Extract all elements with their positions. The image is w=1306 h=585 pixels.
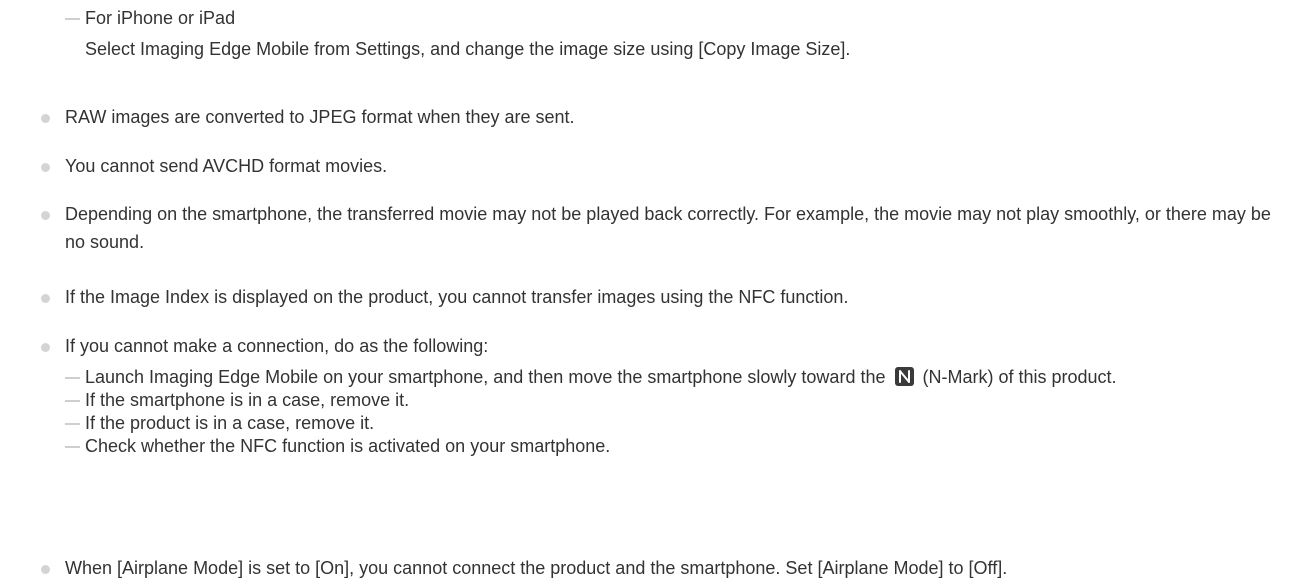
note-text: If the Image Index is displayed on the p… [65,287,849,307]
note-image-index-nfc: If the Image Index is displayed on the p… [40,283,1290,311]
dash-icon [65,400,80,402]
connection-step-4: Check whether the NFC function is activa… [65,435,1290,458]
connection-step-2: If the smartphone is in a case, remove i… [65,389,1290,412]
dash-icon [65,18,80,20]
bullet-dot-icon [41,343,50,352]
note-text: If you cannot make a connection, do as t… [65,336,489,356]
connection-step-1: Launch Imaging Edge Mobile on your smart… [65,366,1290,389]
step1-before: Launch Imaging Edge Mobile on your smart… [85,367,886,387]
bullet-dot-icon [41,163,50,172]
bullet-dot-icon [41,565,50,574]
page: For iPhone or iPad Select Imaging Edge M… [0,0,1306,585]
step2-text: If the smartphone is in a case, remove i… [85,390,410,410]
step1-after: (N-Mark) of this product. [922,367,1117,387]
note-airplane-mode: When [Airplane Mode] is set to [On], you… [40,554,1290,582]
note-text: RAW images are converted to JPEG format … [65,107,575,127]
dash-icon [65,377,80,379]
iphone-ipad-section: For iPhone or iPad Select Imaging Edge M… [65,7,1265,61]
iphone-ipad-text: Select Imaging Edge Mobile from Settings… [85,39,851,59]
dash-icon [65,446,80,448]
connection-step-3: If the product is in a case, remove it. [65,412,1290,435]
bullet-dot-icon [41,294,50,303]
note-movie-playback: Depending on the smartphone, the transfe… [40,200,1290,256]
sub-item-iphone-ipad: For iPhone or iPad [65,7,1265,30]
bullet-dot-icon [41,114,50,123]
note-text: Depending on the smartphone, the transfe… [65,204,1271,252]
step3-text: If the product is in a case, remove it. [85,413,375,433]
connection-steps-list: Launch Imaging Edge Mobile on your smart… [65,366,1290,458]
note-connection-troubleshoot: If you cannot make a connection, do as t… [40,332,1290,458]
note-raw-to-jpeg: RAW images are converted to JPEG format … [40,103,1290,131]
dash-icon [65,423,80,425]
step4-text: Check whether the NFC function is activa… [85,436,611,456]
iphone-ipad-heading: For iPhone or iPad [85,8,236,28]
bullet-dot-icon [41,211,50,220]
note-text: When [Airplane Mode] is set to [On], you… [65,558,1008,578]
note-avchd: You cannot send AVCHD format movies. [40,152,1290,180]
n-mark-icon [894,367,914,386]
note-text: You cannot send AVCHD format movies. [65,156,388,176]
